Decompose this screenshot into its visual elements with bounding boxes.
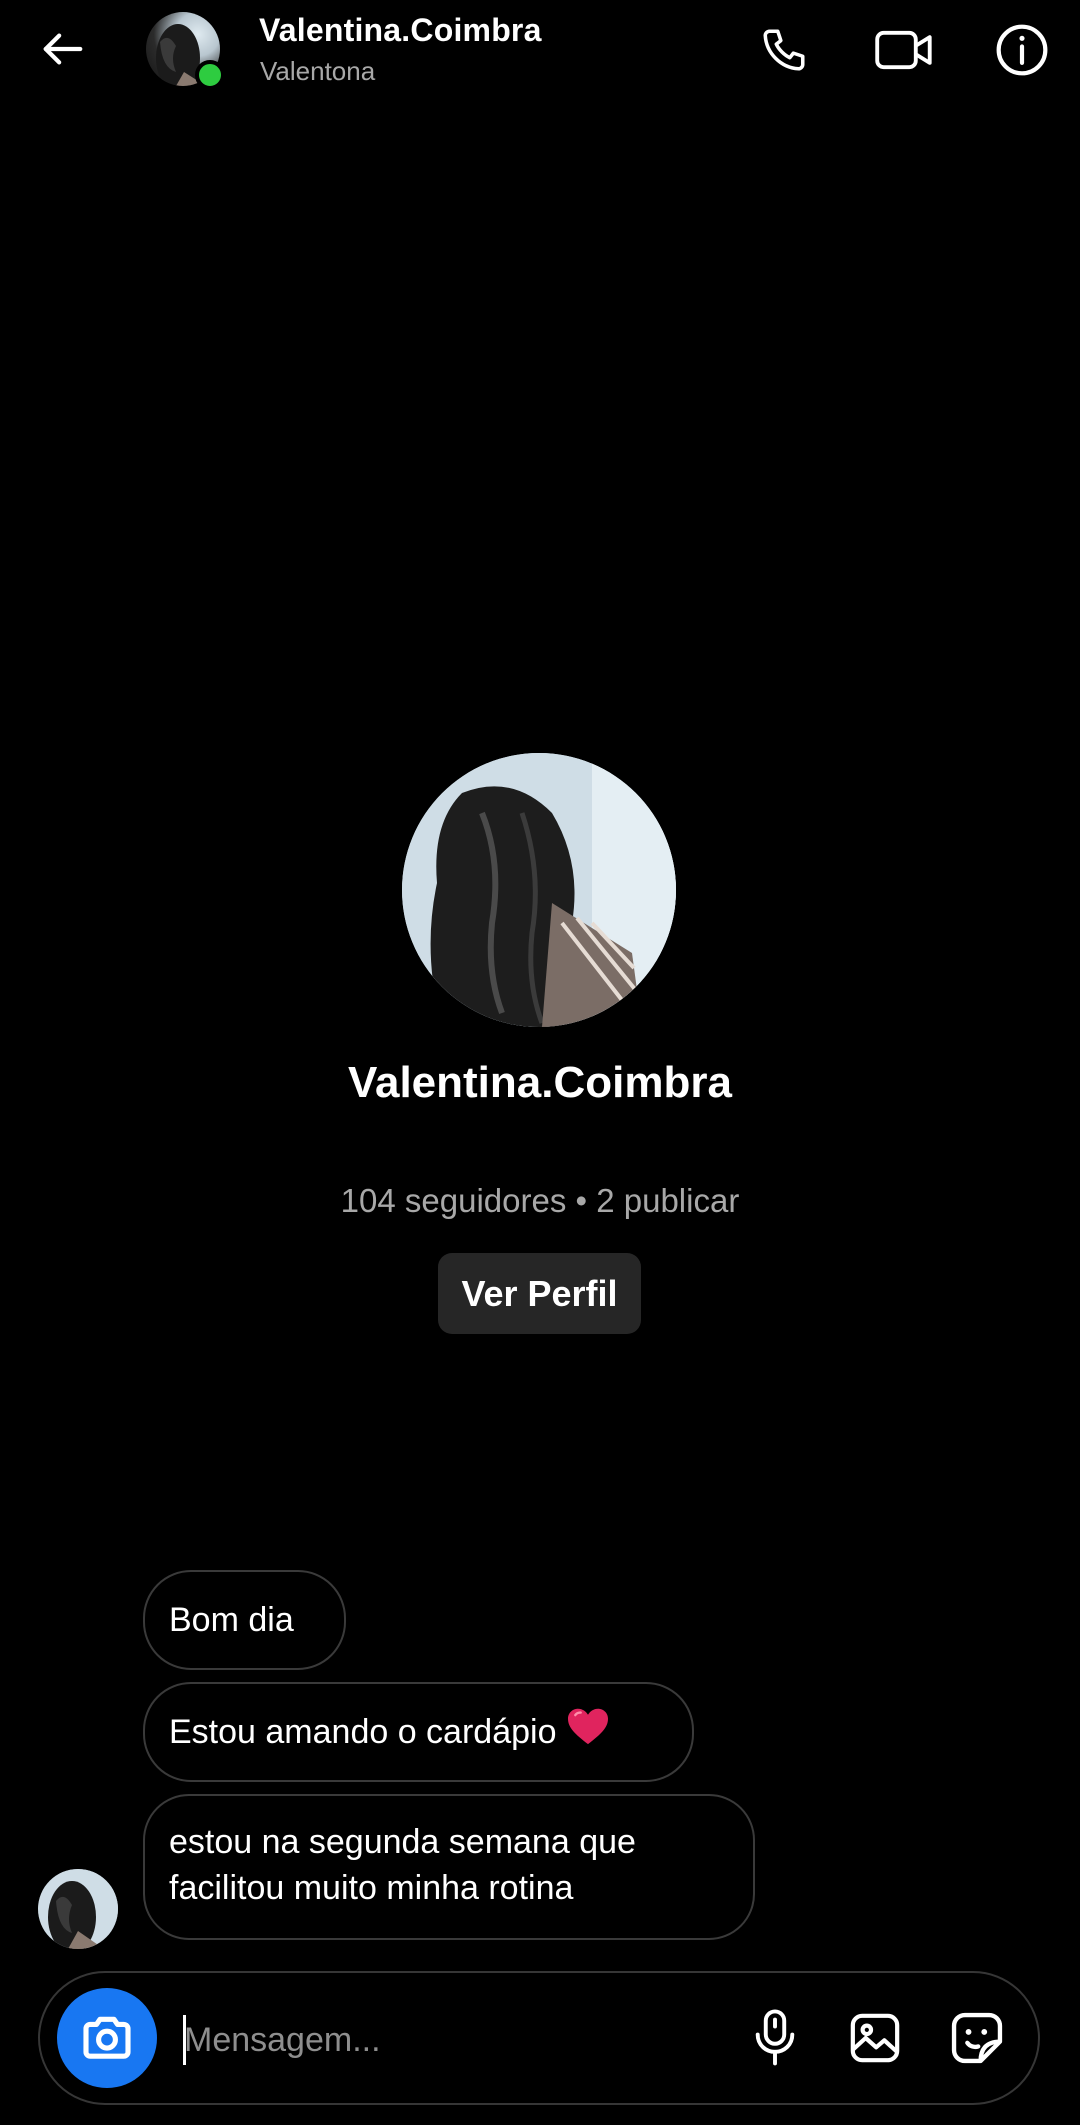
message-input[interactable] [182,2003,736,2077]
profile-avatar[interactable] [402,753,676,1027]
back-arrow-icon [43,33,83,65]
sticker-icon [951,2012,1003,2064]
profile-name: Valentina.Coimbra [348,1058,732,1107]
video-call-button[interactable] [874,20,934,80]
message-text: estou na segunda semana que facilitou mu… [169,1823,636,1907]
camera-icon [83,2016,131,2059]
info-icon [996,24,1048,76]
call-button[interactable] [754,20,814,80]
sticker-button[interactable] [942,2003,1012,2073]
message-text: Bom dia [169,1601,294,1639]
profile-stats: 104 seguidores • 2 publicar [340,1182,740,1219]
message-bubble[interactable]: Bom dia [143,1570,346,1670]
sender-avatar[interactable] [38,1869,118,1949]
view-profile-button[interactable]: Ver Perfil [438,1253,641,1334]
chat-header: Valentina.Coimbra Valentona [0,0,1080,100]
camera-button[interactable] [57,1988,157,2088]
voice-message-button[interactable] [740,2003,810,2073]
gallery-icon [850,2013,900,2063]
heart-icon [566,1706,610,1758]
back-button[interactable] [38,24,88,74]
message-text: Estou amando o cardápio [169,1713,557,1751]
info-button[interactable] [992,20,1052,80]
header-subtitle: Valentona [260,56,376,86]
message-composer [38,1971,1040,2105]
video-camera-icon [875,30,932,70]
phone-icon [763,29,805,71]
gallery-button[interactable] [840,2003,910,2073]
microphone-icon [755,2009,795,2066]
header-username[interactable]: Valentina.Coimbra [259,12,542,49]
online-status-dot [195,60,225,90]
message-bubble[interactable]: estou na segunda semana que facilitou mu… [143,1794,755,1940]
message-bubble[interactable]: Estou amando o cardápio [143,1682,694,1782]
